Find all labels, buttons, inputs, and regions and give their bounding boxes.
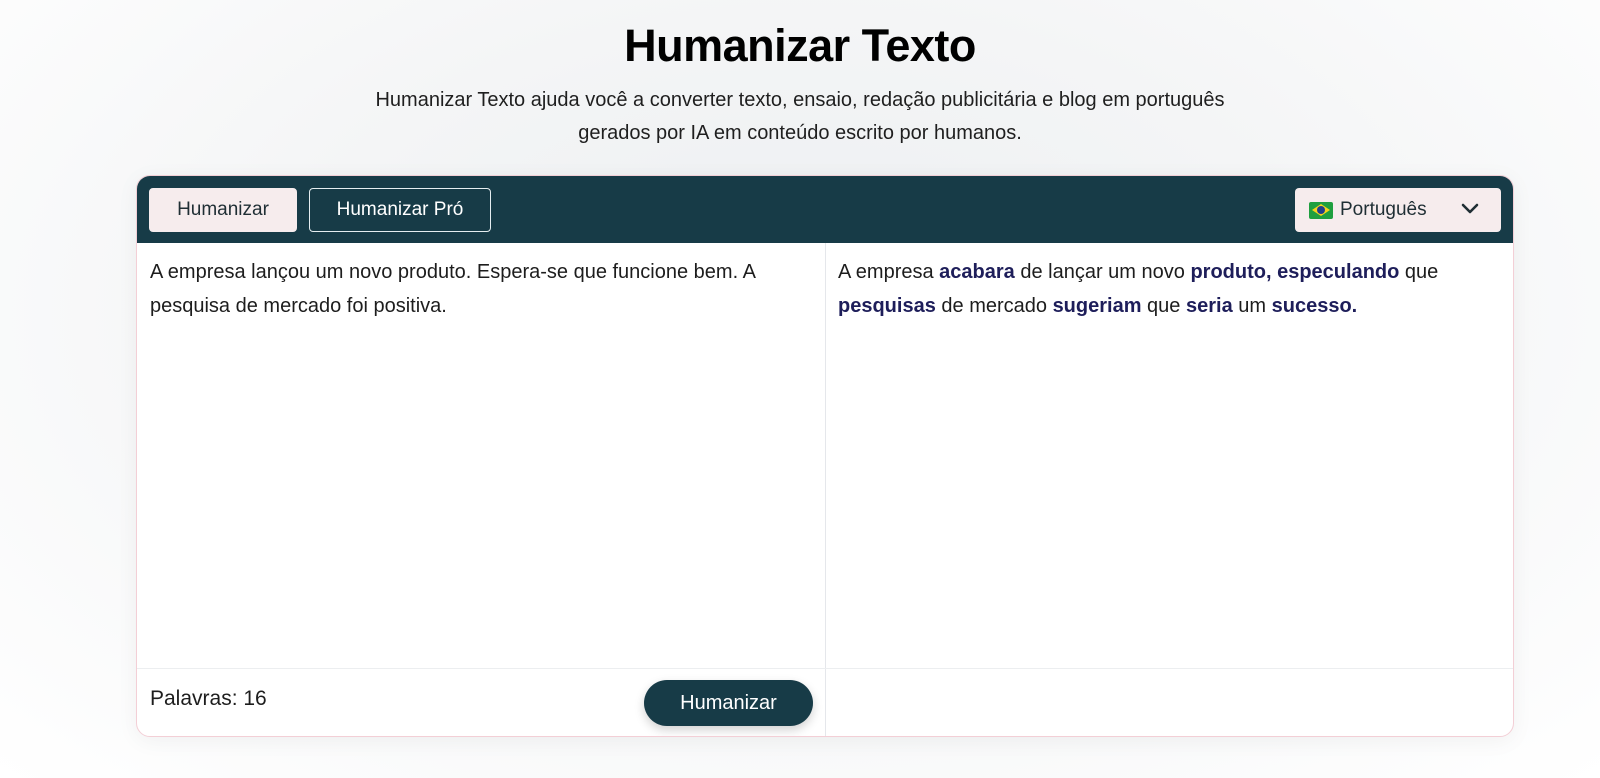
changed-word: acabara (939, 261, 1015, 283)
brazil-flag-icon (1309, 201, 1333, 219)
changed-word: pesquisas (838, 295, 936, 317)
word-count: Palavras: 16 (150, 687, 267, 710)
output-text: A empresa acabara de lançar um novo prod… (838, 255, 1498, 323)
humanizer-panel: Humanizar Humanizar Pró Português A empr… (136, 175, 1514, 737)
pane-divider (825, 243, 826, 736)
mode-humanizar-button[interactable]: Humanizar (149, 188, 297, 232)
chevron-down-icon (1461, 203, 1479, 214)
output-segment: de lançar um novo (1014, 261, 1191, 283)
input-textarea[interactable]: A empresa lançou um novo produto. Espera… (150, 255, 810, 323)
output-segment: que (1399, 261, 1439, 283)
changed-word: sucesso. (1271, 295, 1358, 317)
output-segment: um (1232, 295, 1272, 317)
language-label: Português (1340, 199, 1427, 220)
changed-word: seria (1185, 295, 1233, 317)
output-segment: de mercado (935, 295, 1053, 317)
changed-word: sugeriam (1052, 295, 1142, 317)
output-segment: A empresa (838, 261, 940, 283)
language-select[interactable]: Português (1295, 188, 1501, 232)
page-subtitle: Humanizar Texto ajuda você a converter t… (375, 89, 1225, 144)
humanize-button[interactable]: Humanizar (644, 680, 813, 726)
mode-humanizar-pro-button[interactable]: Humanizar Pró (309, 188, 491, 232)
page-title: Humanizar Texto (624, 20, 976, 71)
toolbar: Humanizar Humanizar Pró Português (137, 176, 1513, 243)
output-segment: que (1141, 295, 1186, 317)
changed-word: produto, especulando (1190, 261, 1400, 283)
footer-divider (137, 668, 1513, 669)
